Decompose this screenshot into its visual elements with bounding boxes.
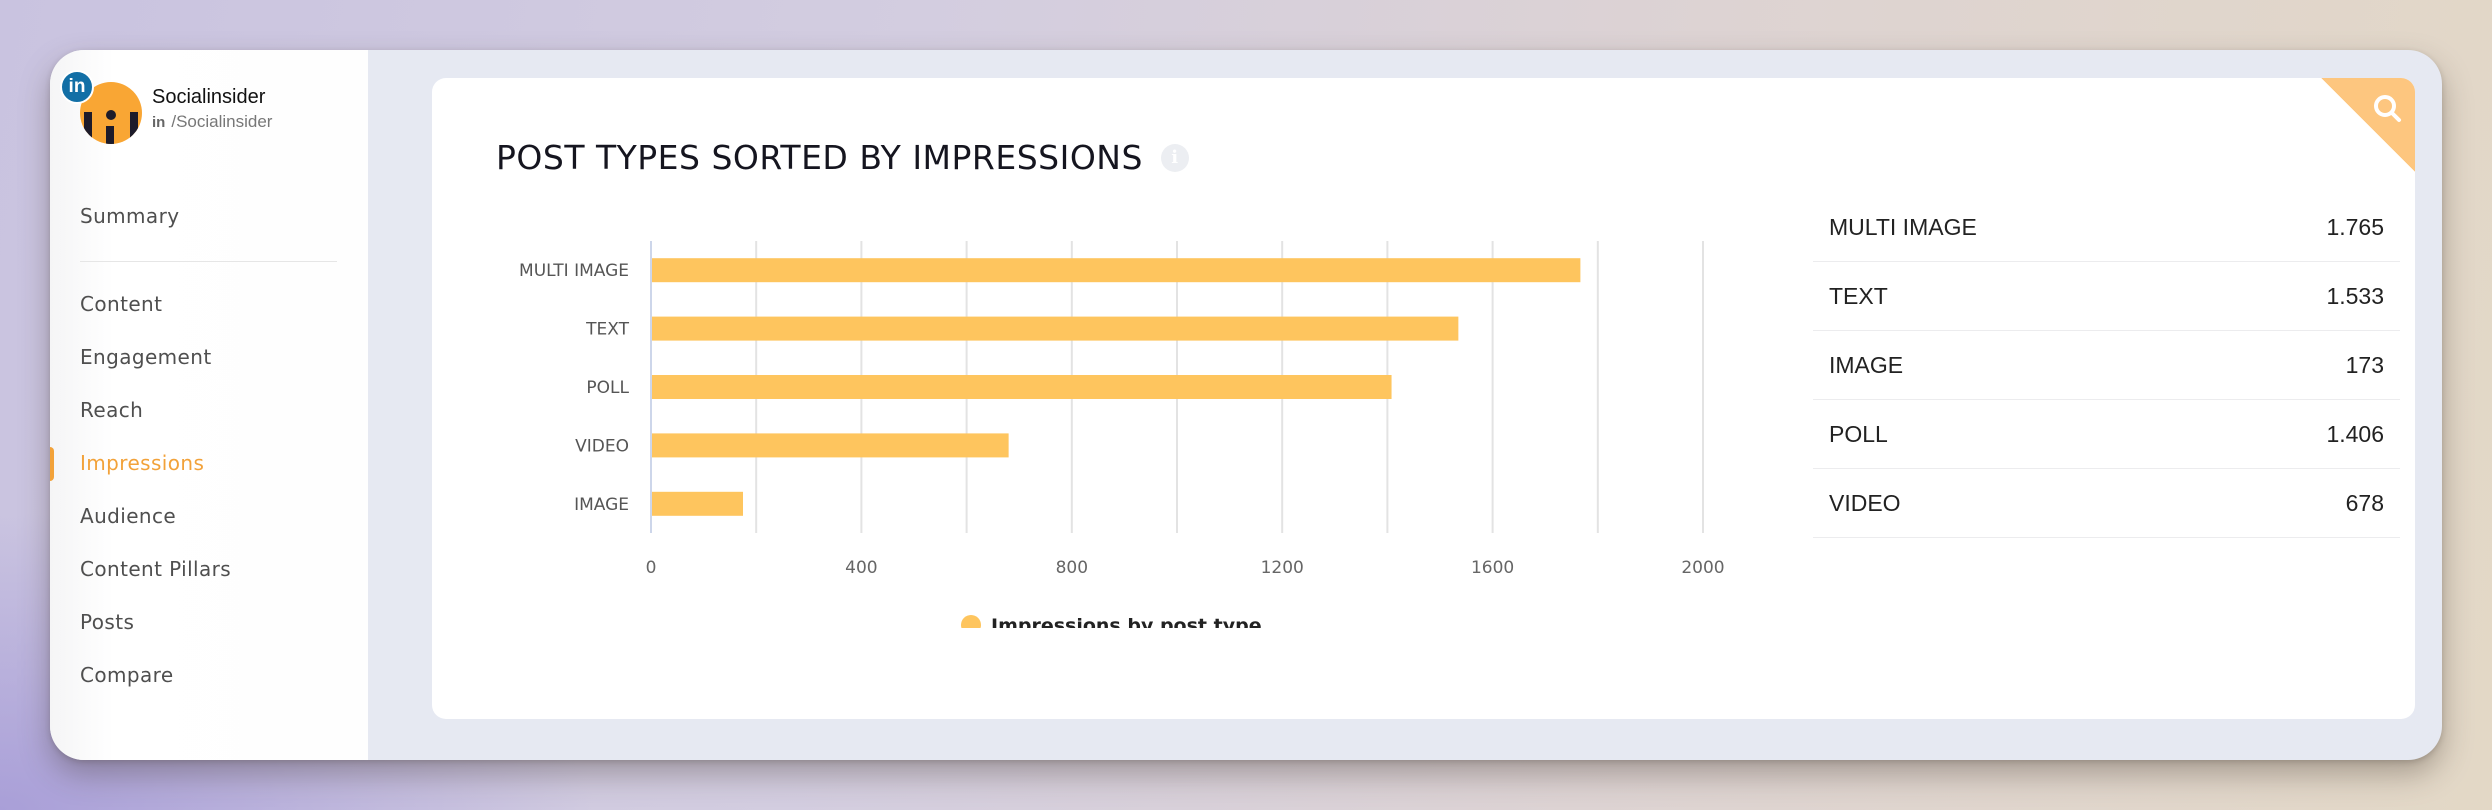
linkedin-small-icon: in	[152, 114, 166, 131]
legend-marker	[961, 615, 981, 635]
bar-video[interactable]	[652, 433, 1009, 458]
row-label: IMAGE	[1829, 351, 1904, 378]
chart-svg: MULTI IMAGE TEXT POLL VIDEO IMAGE 0 400 800 120…	[519, 241, 1725, 637]
card-title-text: POST TYPES SORTED BY IMPRESSIONS	[496, 138, 1143, 177]
x-tick-label: 2000	[1681, 558, 1724, 578]
profile-name: Socialinsider	[152, 86, 266, 108]
row-label: POLL	[1829, 420, 1888, 447]
profile-handle: in/Socialinsider	[152, 112, 272, 132]
table-row: IMAGE 173	[1813, 331, 2400, 400]
row-label: TEXT	[1829, 282, 1888, 309]
sidebar-item-content[interactable]: Content	[50, 278, 368, 331]
app-window: in Socialinsider in/Socialinsider Summar…	[50, 50, 2442, 760]
row-value: 1.533	[2326, 282, 2384, 309]
info-icon[interactable]: i	[1160, 143, 1189, 172]
bar-multi-image[interactable]	[652, 258, 1581, 283]
sidebar-nav: Summary Content Engagement Reach Impress…	[50, 190, 368, 702]
sidebar-item-impressions[interactable]: Impressions	[50, 437, 368, 490]
table-row: VIDEO 678	[1813, 469, 2400, 538]
sidebar-item-posts[interactable]: Posts	[50, 596, 368, 649]
values-table: MULTI IMAGE 1.765 TEXT 1.533 IMAGE 173 POLL 1.4…	[1813, 193, 2400, 538]
sidebar: in Socialinsider in/Socialinsider Summar…	[50, 50, 368, 760]
sidebar-item-compare[interactable]: Compare	[50, 649, 368, 702]
x-tick-label: 1200	[1261, 558, 1304, 578]
bar-poll[interactable]	[652, 375, 1392, 399]
bar-image[interactable]	[652, 491, 743, 516]
table-row: TEXT 1.533	[1813, 262, 2400, 331]
table-row: MULTI IMAGE 1.765	[1813, 193, 2400, 262]
profile-handle-text: /Socialinsider	[171, 112, 273, 131]
x-tick-label: 0	[646, 558, 657, 578]
sidebar-item-engagement[interactable]: Engagement	[50, 331, 368, 384]
row-label: VIDEO	[1829, 489, 1901, 516]
category-label: TEXT	[585, 320, 629, 340]
row-value: 1.765	[2326, 213, 2384, 240]
bar-text[interactable]	[652, 316, 1459, 341]
x-tick-label: 1600	[1471, 558, 1514, 578]
zoom-corner-button[interactable]	[2321, 78, 2415, 172]
category-label: VIDEO	[575, 436, 629, 456]
x-tick-label: 400	[845, 558, 877, 578]
sidebar-item-reach[interactable]: Reach	[50, 384, 368, 437]
category-label: IMAGE	[574, 495, 629, 515]
legend-label[interactable]: Impressions by post type	[991, 615, 1262, 637]
sidebar-item-content-pillars[interactable]: Content Pillars	[50, 543, 368, 596]
category-label: MULTI IMAGE	[519, 261, 629, 281]
card-title: POST TYPES SORTED BY IMPRESSIONS i	[496, 138, 1189, 177]
row-value: 173	[2345, 351, 2384, 378]
row-label: MULTI IMAGE	[1829, 213, 1977, 240]
sidebar-item-audience[interactable]: Audience	[50, 490, 368, 543]
linkedin-icon: in	[60, 70, 94, 104]
profile-header[interactable]: in Socialinsider in/Socialinsider	[60, 70, 360, 150]
row-value: 678	[2345, 489, 2384, 516]
category-label: POLL	[586, 378, 629, 398]
impressions-card: POST TYPES SORTED BY IMPRESSIONS i MULTI…	[432, 78, 2415, 719]
row-value: 1.406	[2326, 420, 2384, 447]
x-tick-label: 800	[1056, 558, 1088, 578]
table-row: POLL 1.406	[1813, 400, 2400, 469]
sidebar-item-summary[interactable]: Summary	[50, 190, 368, 243]
nav-divider	[80, 261, 337, 262]
bar-chart: MULTI IMAGE TEXT POLL VIDEO IMAGE 0 400 800 120…	[432, 228, 1772, 637]
search-icon	[2374, 95, 2401, 122]
